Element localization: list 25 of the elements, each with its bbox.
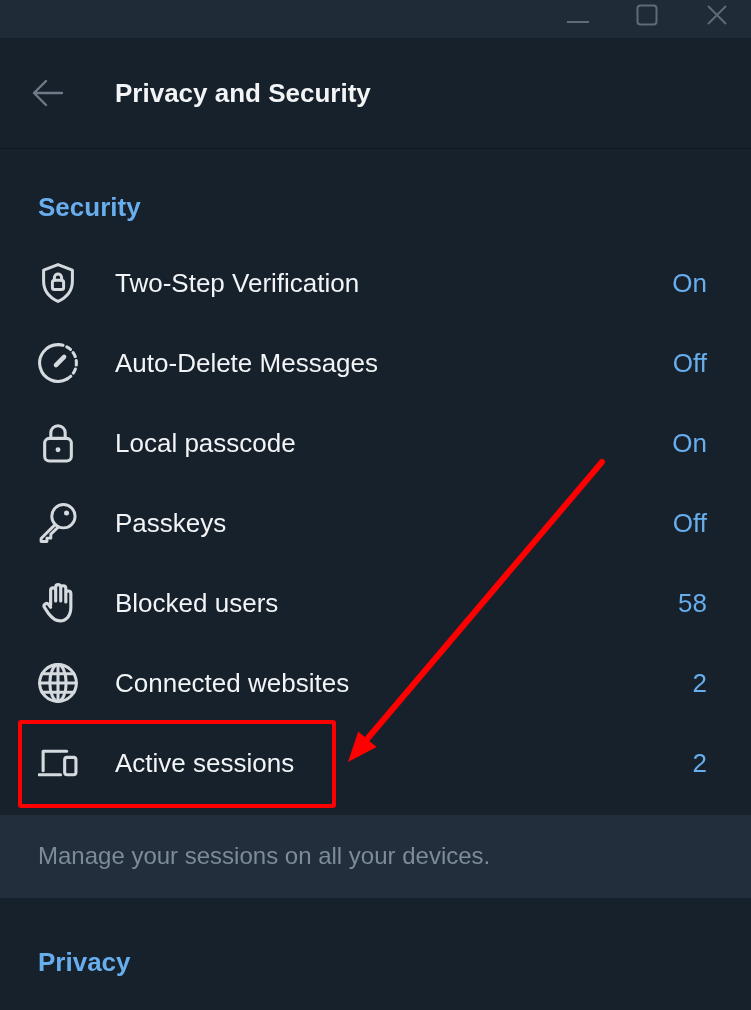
gauge-icon: [38, 343, 78, 383]
setting-label[interactable]: Connected websites: [115, 667, 350, 699]
close-icon[interactable]: [707, 5, 727, 25]
maximize-icon[interactable]: [636, 4, 658, 26]
setting-value: Off: [672, 347, 707, 379]
setting-label[interactable]: Passkeys: [115, 507, 227, 539]
setting-value: On: [672, 427, 707, 459]
setting-value: 2: [692, 667, 707, 699]
page-title: Privacy and Security: [115, 77, 371, 109]
section-heading: Privacy: [37, 947, 131, 977]
setting-label[interactable]: Two-Step Verification: [115, 267, 360, 299]
key-icon: [38, 503, 78, 543]
setting-label[interactable]: Auto-Delete Messages: [115, 347, 379, 379]
setting-value: On: [672, 267, 707, 299]
setting-value: 58: [678, 587, 707, 619]
setting-value: 2: [692, 747, 707, 779]
section-note: Manage your sessions on all your devices.: [0, 815, 751, 898]
setting-label[interactable]: Local passcode: [115, 427, 296, 459]
section-heading: Security: [37, 192, 141, 222]
setting-value: Off: [672, 507, 707, 539]
setting-label[interactable]: Blocked users: [115, 587, 279, 619]
back-arrow-icon[interactable]: [32, 79, 64, 107]
globe-icon: [38, 663, 78, 703]
setting-label[interactable]: Active sessions: [115, 747, 295, 779]
minimize-icon[interactable]: [566, 20, 590, 24]
